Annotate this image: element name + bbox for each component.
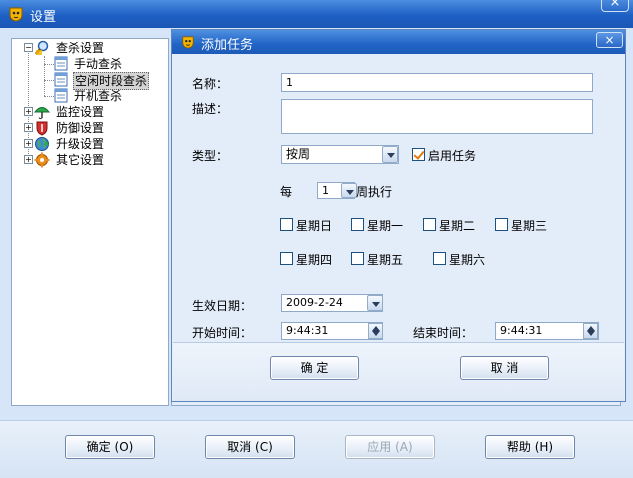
document-icon bbox=[54, 88, 70, 104]
tree-expand-toggle[interactable]: + bbox=[24, 155, 33, 164]
help-button[interactable]: 帮助 (H) bbox=[485, 435, 575, 459]
dialog-ok-button[interactable]: 确 定 bbox=[270, 356, 359, 380]
friday-label: 星期五 bbox=[367, 253, 404, 267]
dialog-cancel-button[interactable]: 取 消 bbox=[460, 356, 549, 380]
wednesday-checkbox[interactable] bbox=[495, 218, 508, 231]
globe-icon bbox=[34, 136, 50, 152]
every-label: 每 bbox=[280, 185, 293, 199]
type-label: 类型： bbox=[192, 149, 229, 163]
tree-item-label: 开机查杀 bbox=[74, 89, 123, 103]
tree-item-label: 升级设置 bbox=[56, 137, 105, 151]
chevron-down-icon[interactable] bbox=[367, 295, 383, 311]
dialog-title: 添加任务 bbox=[201, 38, 254, 53]
end-time-label: 结束时间： bbox=[413, 326, 474, 340]
effective-date-label: 生效日期： bbox=[192, 299, 253, 313]
tree-item-scan-settings[interactable]: − 查杀设置 bbox=[12, 40, 168, 56]
document-icon bbox=[54, 72, 70, 88]
monday-checkbox[interactable] bbox=[351, 218, 364, 231]
help-button-shortcut: (H) bbox=[534, 440, 554, 454]
dialog-footer: 确 定 取 消 bbox=[173, 342, 624, 401]
window-footer: 确定 (O) 取消 (C) 应用 (A) 帮助 (H) bbox=[0, 421, 633, 478]
tree-item-startup-scan[interactable]: 开机查杀 bbox=[12, 88, 168, 104]
ok-button-shortcut: (O) bbox=[114, 440, 134, 454]
tree-expand-toggle[interactable]: + bbox=[24, 123, 33, 132]
name-input[interactable]: 1 bbox=[281, 73, 593, 92]
ok-button[interactable]: 确定 (O) bbox=[65, 435, 155, 459]
monday-label: 星期一 bbox=[367, 219, 404, 233]
tree-item-idle-scan[interactable]: 空闲时段查杀 bbox=[12, 72, 168, 90]
tuesday-checkbox[interactable] bbox=[423, 218, 436, 231]
sunday-checkbox[interactable] bbox=[280, 218, 293, 231]
tree-expand-toggle[interactable]: + bbox=[24, 139, 33, 148]
app-logo-icon bbox=[8, 6, 24, 26]
name-label: 名称： bbox=[192, 77, 229, 91]
chevron-down-icon[interactable] bbox=[382, 146, 398, 163]
start-time-spinner[interactable] bbox=[368, 323, 383, 339]
sunday-label: 星期日 bbox=[296, 219, 333, 233]
add-task-dialog: 添加任务 × 名称： 1 描述： 类型： 按周 启用任务 每 1 周执行 星期日… bbox=[171, 29, 626, 402]
gear-icon bbox=[34, 152, 50, 168]
week-exec-label: 周执行 bbox=[356, 185, 393, 199]
shield-icon bbox=[34, 120, 50, 136]
end-time-spinner[interactable] bbox=[583, 323, 598, 339]
saturday-checkbox[interactable] bbox=[433, 252, 446, 265]
description-input[interactable] bbox=[281, 99, 593, 134]
dialog-form: 名称： 1 描述： 类型： 按周 启用任务 每 1 周执行 星期日 星期一 星期… bbox=[173, 54, 624, 342]
document-icon bbox=[54, 56, 70, 72]
chevron-down-icon[interactable] bbox=[341, 183, 357, 198]
cancel-button-label: 取消 bbox=[227, 440, 252, 454]
saturday-label: 星期六 bbox=[449, 253, 486, 267]
wednesday-label: 星期三 bbox=[511, 219, 548, 233]
tree-item-label: 手动查杀 bbox=[74, 57, 123, 71]
enable-task-checkbox[interactable] bbox=[412, 148, 425, 161]
apply-button[interactable]: 应用 (A) bbox=[345, 435, 435, 459]
app-logo-icon bbox=[181, 35, 195, 53]
dialog-title-bar: 添加任务 × bbox=[172, 30, 625, 54]
apply-button-shortcut: (A) bbox=[395, 440, 413, 454]
tree-expand-toggle[interactable]: + bbox=[24, 107, 33, 116]
enable-task-label: 启用任务 bbox=[428, 149, 477, 163]
tree-item-manual-scan[interactable]: 手动查杀 bbox=[12, 56, 168, 72]
tree-item-label: 其它设置 bbox=[56, 153, 105, 167]
ok-button-label: 确定 bbox=[86, 440, 111, 454]
friday-checkbox[interactable] bbox=[351, 252, 364, 265]
window-title: 设置 bbox=[30, 10, 57, 25]
window-close-button[interactable]: × bbox=[601, 0, 629, 12]
tree-item-label: 防御设置 bbox=[56, 121, 105, 135]
tree-item-label: 查杀设置 bbox=[56, 41, 105, 55]
tree-item-upgrade-settings[interactable]: + 升级设置 bbox=[12, 136, 168, 152]
tree-collapse-toggle[interactable]: − bbox=[24, 43, 33, 52]
magnifier-icon bbox=[34, 40, 50, 56]
umbrella-icon bbox=[33, 104, 51, 120]
thursday-checkbox[interactable] bbox=[280, 252, 293, 265]
settings-tree-panel: − 查杀设置 手动查杀 空闲时段查杀 开机查杀 + 监控设置 + 防御设置 + … bbox=[11, 38, 169, 406]
tree-item-defense-settings[interactable]: + 防御设置 bbox=[12, 120, 168, 136]
tuesday-label: 星期二 bbox=[439, 219, 476, 233]
cancel-button-shortcut: (C) bbox=[255, 440, 273, 454]
cancel-button[interactable]: 取消 (C) bbox=[205, 435, 295, 459]
tree-item-other-settings[interactable]: + 其它设置 bbox=[12, 152, 168, 168]
tree-item-monitor-settings[interactable]: + 监控设置 bbox=[12, 104, 168, 120]
tree-item-label: 监控设置 bbox=[56, 105, 105, 119]
help-button-label: 帮助 bbox=[506, 440, 531, 454]
apply-button-label: 应用 bbox=[367, 440, 392, 454]
start-time-label: 开始时间： bbox=[192, 326, 253, 340]
dialog-close-button[interactable]: × bbox=[596, 32, 623, 48]
description-label: 描述： bbox=[192, 102, 229, 116]
thursday-label: 星期四 bbox=[296, 253, 333, 267]
window-title-bar: 设置 × bbox=[0, 0, 633, 28]
